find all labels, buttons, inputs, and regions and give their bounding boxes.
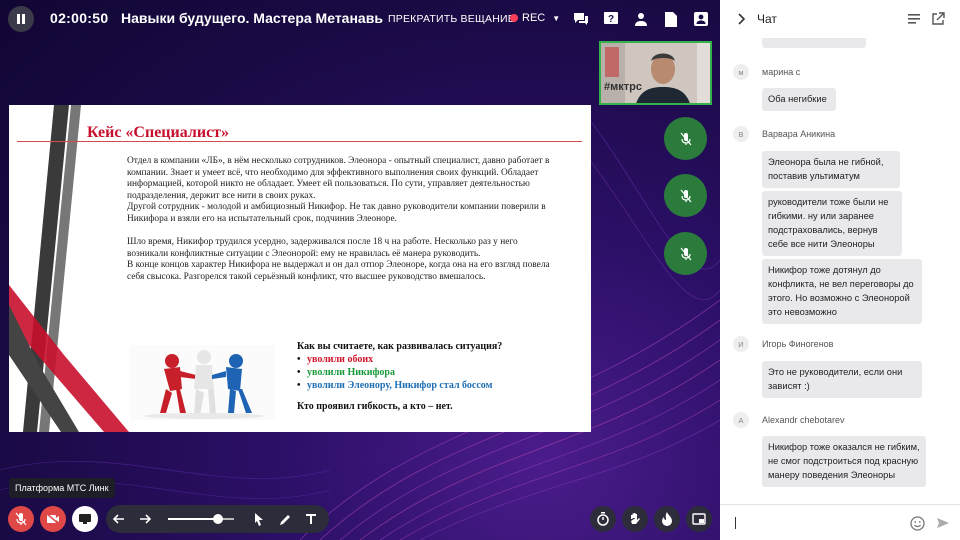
mic-toggle-button[interactable] <box>8 506 34 532</box>
zoom-slider[interactable] <box>168 514 234 524</box>
question-icon[interactable]: ? <box>602 10 620 28</box>
avatar: м <box>733 64 749 80</box>
chat-message-list[interactable]: м марина с Оба негибкие В Варвара Аникин… <box>720 38 960 504</box>
chat-header: Чат <box>720 0 960 38</box>
chat-message-bubble: Элеонора была не гибной, поставив ультим… <box>762 151 900 188</box>
slide-question-block: Как вы считаете, как развивалась ситуаци… <box>297 340 502 413</box>
slide-paragraph: Шло время, Никифор трудился усердно, зад… <box>127 237 518 259</box>
chat-author: м марина с <box>733 64 800 80</box>
chat-author: A Alexandr chebotarev <box>733 412 845 428</box>
stopwatch-icon <box>597 512 609 526</box>
mic-off-icon <box>680 132 691 145</box>
open-external-icon[interactable] <box>930 11 946 27</box>
video-overlay-text: #мктрс <box>604 81 642 93</box>
chat-title: Чат <box>757 12 777 26</box>
slide-divider <box>17 141 582 142</box>
message-input[interactable] <box>735 517 736 529</box>
emoji-icon[interactable] <box>909 515 925 531</box>
reactions-button[interactable] <box>654 506 680 532</box>
platform-tooltip: Платформа МТС Линк <box>9 478 115 498</box>
chat-author-name: Варвара Аникина <box>762 129 836 139</box>
chevron-right-icon[interactable] <box>734 11 750 27</box>
flame-icon <box>662 512 672 526</box>
slide-toolbar <box>106 505 329 533</box>
svg-text:?: ? <box>608 14 614 25</box>
send-icon[interactable] <box>935 515 951 531</box>
chat-author-name: марина с <box>762 67 801 77</box>
arrow-right-icon[interactable] <box>136 510 154 528</box>
chat-author: И Игорь Финогенов <box>733 336 833 352</box>
chat-message-bubble: руководители тоже были не гибкими. ну ил… <box>762 191 902 256</box>
layout-button[interactable] <box>686 506 712 532</box>
slide-final-question: Кто проявил гибкость, а кто – нет. <box>297 401 453 412</box>
chat-author-name: Alexandr chebotarev <box>762 415 845 425</box>
rec-label: REC <box>522 12 546 24</box>
slide-paragraph: Отдел в компании «ЛБ», в нём несколько с… <box>127 156 550 201</box>
conference-stage: 02:00:50 Навыки будущего. Мастера Метана… <box>0 0 720 540</box>
person-icon[interactable] <box>632 10 650 28</box>
conflict-figures-image <box>130 345 275 420</box>
raise-hand-button[interactable] <box>622 506 648 532</box>
slide-option: • уволили Никифора <box>297 367 395 378</box>
zoom-slider-thumb[interactable] <box>212 514 223 524</box>
pen-icon[interactable] <box>276 510 294 528</box>
avatar: A <box>733 412 749 428</box>
caret-down-icon: ▼ <box>552 13 561 23</box>
mic-off-icon <box>680 189 691 202</box>
participant-mic-muted-button[interactable] <box>664 174 707 217</box>
slide-title: Кейс «Специалист» <box>87 124 230 141</box>
presentation-slide: Кейс «Специалист» Отдел в компании «ЛБ»,… <box>9 105 591 432</box>
slide-paragraph: Другой сотрудник - молодой и амбициозный… <box>127 202 546 224</box>
pause-button[interactable] <box>8 6 34 32</box>
chat-author: В Варвара Аникина <box>733 126 835 142</box>
chat-message-bubble: Это не руководители, если они зависят :) <box>762 361 922 398</box>
list-icon[interactable] <box>906 11 922 27</box>
presenter-video[interactable]: #мктрс <box>599 41 712 105</box>
chat-input-bar <box>720 504 960 540</box>
timer-button[interactable] <box>590 506 616 532</box>
text-tool-icon[interactable] <box>302 510 320 528</box>
slide-option: • уволили Элеонору, Никифор стал боссом <box>297 380 493 391</box>
zoom-slider-fill <box>168 518 218 520</box>
rec-indicator-icon <box>510 14 518 22</box>
screen-share-button[interactable] <box>72 506 98 532</box>
chat-message-bubble <box>762 38 866 48</box>
stop-broadcast-button[interactable]: ПРЕКРАТИТЬ ВЕЩАНИЕ <box>388 13 515 25</box>
top-bar: 02:00:50 Навыки будущего. Мастера Метана… <box>0 0 720 38</box>
hand-icon <box>631 513 640 524</box>
chat-panel: Чат м марина с Оба негибкие В Варвара Ан… <box>720 0 960 540</box>
slide-paragraph: В конце концов характер Никифора не выде… <box>127 260 550 282</box>
monitor-icon <box>79 514 91 524</box>
chat-author-name: Игорь Финогенов <box>762 339 834 349</box>
pause-icon <box>17 14 25 24</box>
participant-mic-muted-button[interactable] <box>664 232 707 275</box>
slide-body: Отдел в компании «ЛБ», в нём несколько с… <box>127 156 561 284</box>
account-box-icon[interactable] <box>692 10 710 28</box>
chat-message-bubble: Никифор тоже дотянул до конфликта, не ве… <box>762 259 922 324</box>
broadcast-timer: 02:00:50 <box>50 10 109 26</box>
avatar: В <box>733 126 749 142</box>
arrow-left-icon[interactable] <box>110 510 128 528</box>
pointer-icon[interactable] <box>250 510 268 528</box>
document-icon[interactable] <box>662 10 680 28</box>
mic-off-icon <box>680 247 691 260</box>
chat-bubbles-icon[interactable] <box>572 10 590 28</box>
video-frame <box>601 43 710 103</box>
slide-option: • уволили обоих <box>297 354 374 365</box>
rec-dropdown[interactable]: REC ▼ <box>510 12 560 24</box>
avatar: И <box>733 336 749 352</box>
mic-off-icon <box>15 512 27 526</box>
chat-message-bubble: Никифор тоже оказался не гибким, не смог… <box>762 436 926 487</box>
camera-off-icon <box>46 513 60 525</box>
participant-mic-muted-button[interactable] <box>664 117 707 160</box>
event-title: Навыки будущего. Мастера Метанавь <box>121 10 383 26</box>
chat-message-bubble: Оба негибкие <box>762 88 836 111</box>
picture-in-picture-icon <box>692 513 706 525</box>
camera-toggle-button[interactable] <box>40 506 66 532</box>
slide-question: Как вы считаете, как развивалась ситуаци… <box>297 341 503 352</box>
